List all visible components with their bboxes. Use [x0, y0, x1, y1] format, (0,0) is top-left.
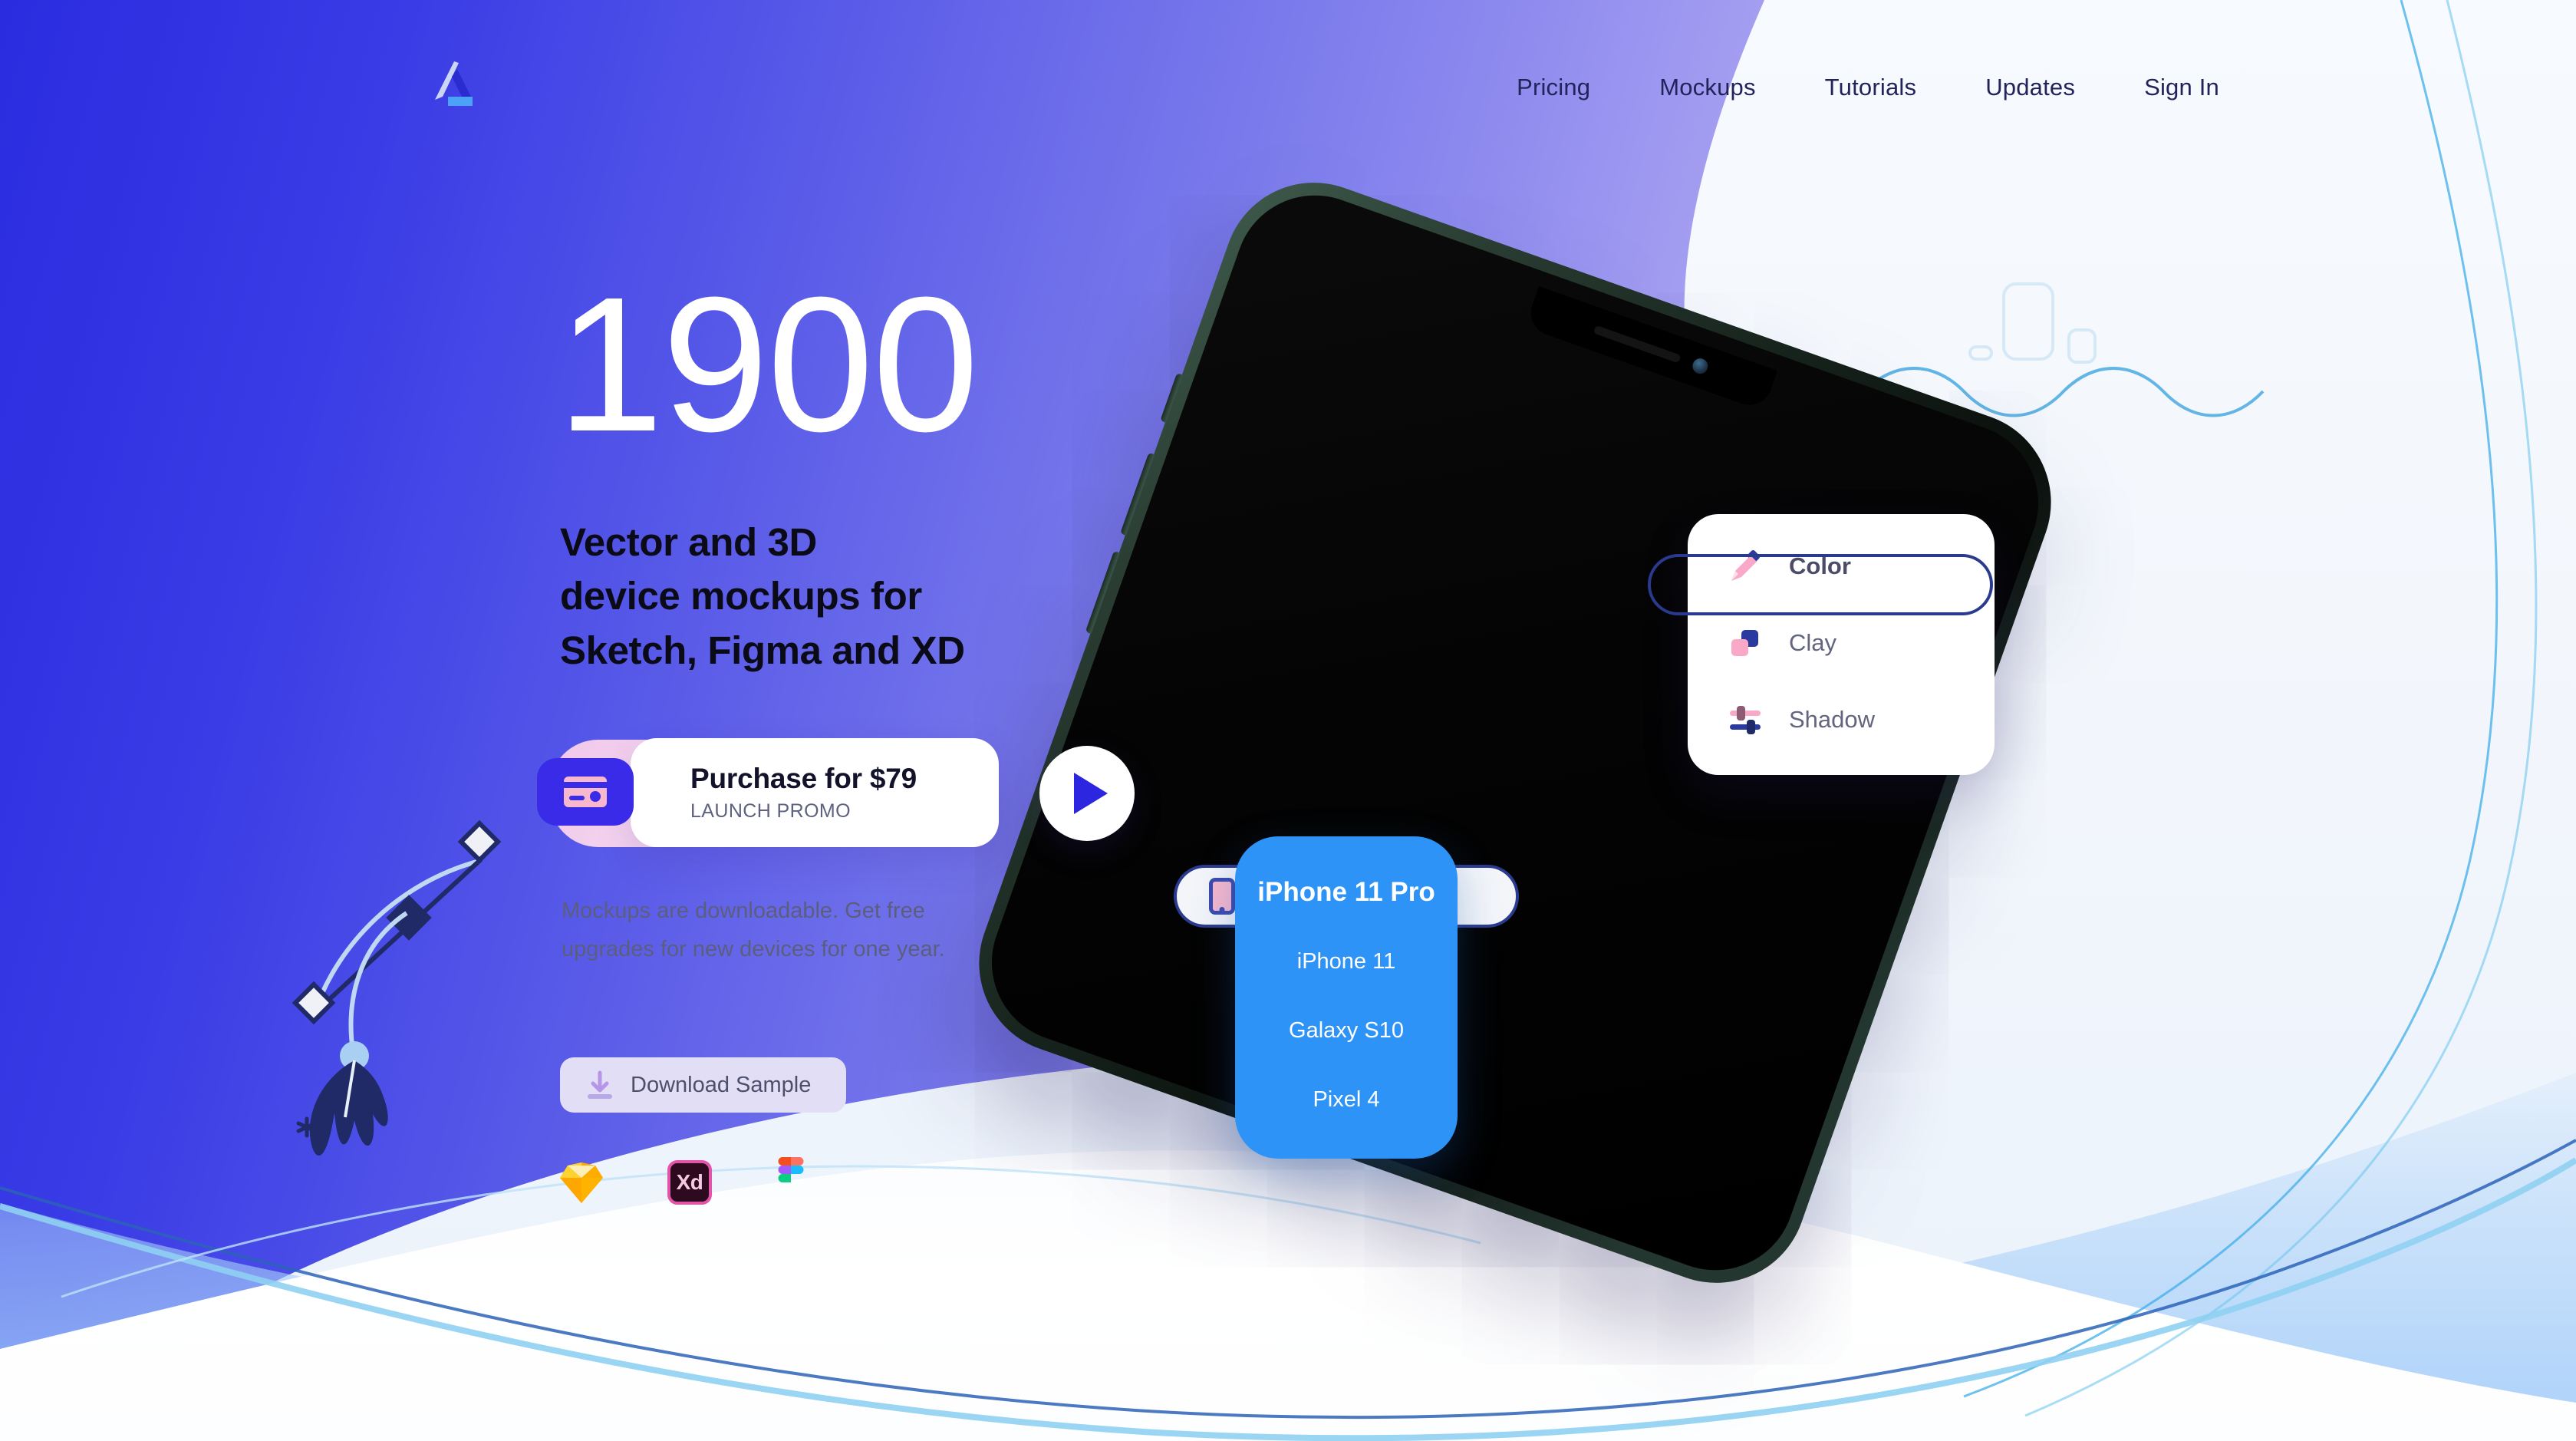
style-option-shadow-label: Shadow	[1789, 706, 1876, 733]
purchase-button[interactable]: Purchase for $79 LAUNCH PROMO	[631, 738, 999, 847]
pen-tool-icon	[292, 819, 502, 1156]
style-option-shadow[interactable]: Shadow	[1688, 681, 1995, 758]
hero-body-copy: Mockups are downloadable. Get free upgra…	[562, 892, 945, 969]
play-video-button[interactable]	[1039, 746, 1135, 841]
nav-item-pricing[interactable]: Pricing	[1482, 74, 1625, 101]
credit-card-icon	[537, 758, 634, 826]
style-option-color[interactable]: Color	[1688, 528, 1995, 605]
aeon-logo[interactable]	[431, 60, 483, 110]
squares-icon	[1728, 625, 1763, 661]
style-dropdown-menu[interactable]: Color Clay Shadow	[1688, 514, 1995, 775]
figma-logo[interactable]	[773, 1157, 809, 1208]
sliders-icon	[1728, 702, 1763, 737]
main-navigation: Pricing Mockups Tutorials Updates Sign I…	[1482, 74, 2254, 101]
device-option-iphone-11[interactable]: iPhone 11	[1235, 927, 1458, 996]
nav-item-mockups[interactable]: Mockups	[1625, 74, 1790, 101]
hero-subheading: Vector and 3D device mockups for Sketch,…	[560, 516, 965, 678]
page-title: 1900	[557, 257, 979, 471]
download-icon	[586, 1070, 614, 1100]
hero-body-line-1: Mockups are downloadable. Get free	[562, 899, 925, 923]
device-dropdown-menu[interactable]: iPhone 11 Pro iPhone 11 Galaxy S10 Pixel…	[1235, 836, 1458, 1159]
hero-subheading-line-1: Vector and 3D	[560, 520, 817, 564]
purchase-cta: Purchase for $79 LAUNCH PROMO	[537, 735, 1028, 850]
supported-apps: Xd	[557, 1157, 809, 1208]
download-sample-button[interactable]: Download Sample	[560, 1057, 847, 1113]
device-option-pixel-4[interactable]: Pixel 4	[1235, 1065, 1458, 1134]
sketch-logo[interactable]	[557, 1159, 606, 1205]
nav-item-updates[interactable]: Updates	[1951, 74, 2110, 101]
style-option-clay[interactable]: Clay	[1688, 605, 1995, 681]
phone-speaker	[1593, 325, 1682, 363]
phone-icon	[1209, 878, 1235, 915]
device-option-iphone-11-pro[interactable]: iPhone 11 Pro	[1235, 858, 1458, 927]
pencil-icon	[1728, 549, 1763, 584]
nav-item-tutorials[interactable]: Tutorials	[1790, 74, 1952, 101]
hero-page: Pricing Mockups Tutorials Updates Sign I…	[0, 0, 2576, 1441]
purchase-title: Purchase for $79	[690, 763, 917, 794]
hero-subheading-line-3: Sketch, Figma and XD	[560, 628, 965, 672]
download-sample-label: Download Sample	[631, 1072, 812, 1097]
phone-front-camera	[1690, 356, 1711, 376]
hero-body-line-2: upgrades for new devices for one year.	[562, 936, 945, 961]
nav-item-sign-in[interactable]: Sign In	[2110, 74, 2254, 101]
device-outline-shapes	[1968, 282, 2097, 364]
device-option-galaxy-s10[interactable]: Galaxy S10	[1235, 996, 1458, 1065]
style-option-clay-label: Clay	[1789, 629, 1837, 656]
play-icon	[1074, 773, 1108, 814]
purchase-sublabel: LAUNCH PROMO	[690, 800, 851, 822]
site-header: Pricing Mockups Tutorials Updates Sign I…	[0, 0, 2576, 184]
style-option-color-label: Color	[1789, 552, 1851, 579]
hero-subheading-line-2: device mockups for	[560, 574, 922, 618]
adobe-xd-logo[interactable]: Xd	[667, 1160, 712, 1205]
